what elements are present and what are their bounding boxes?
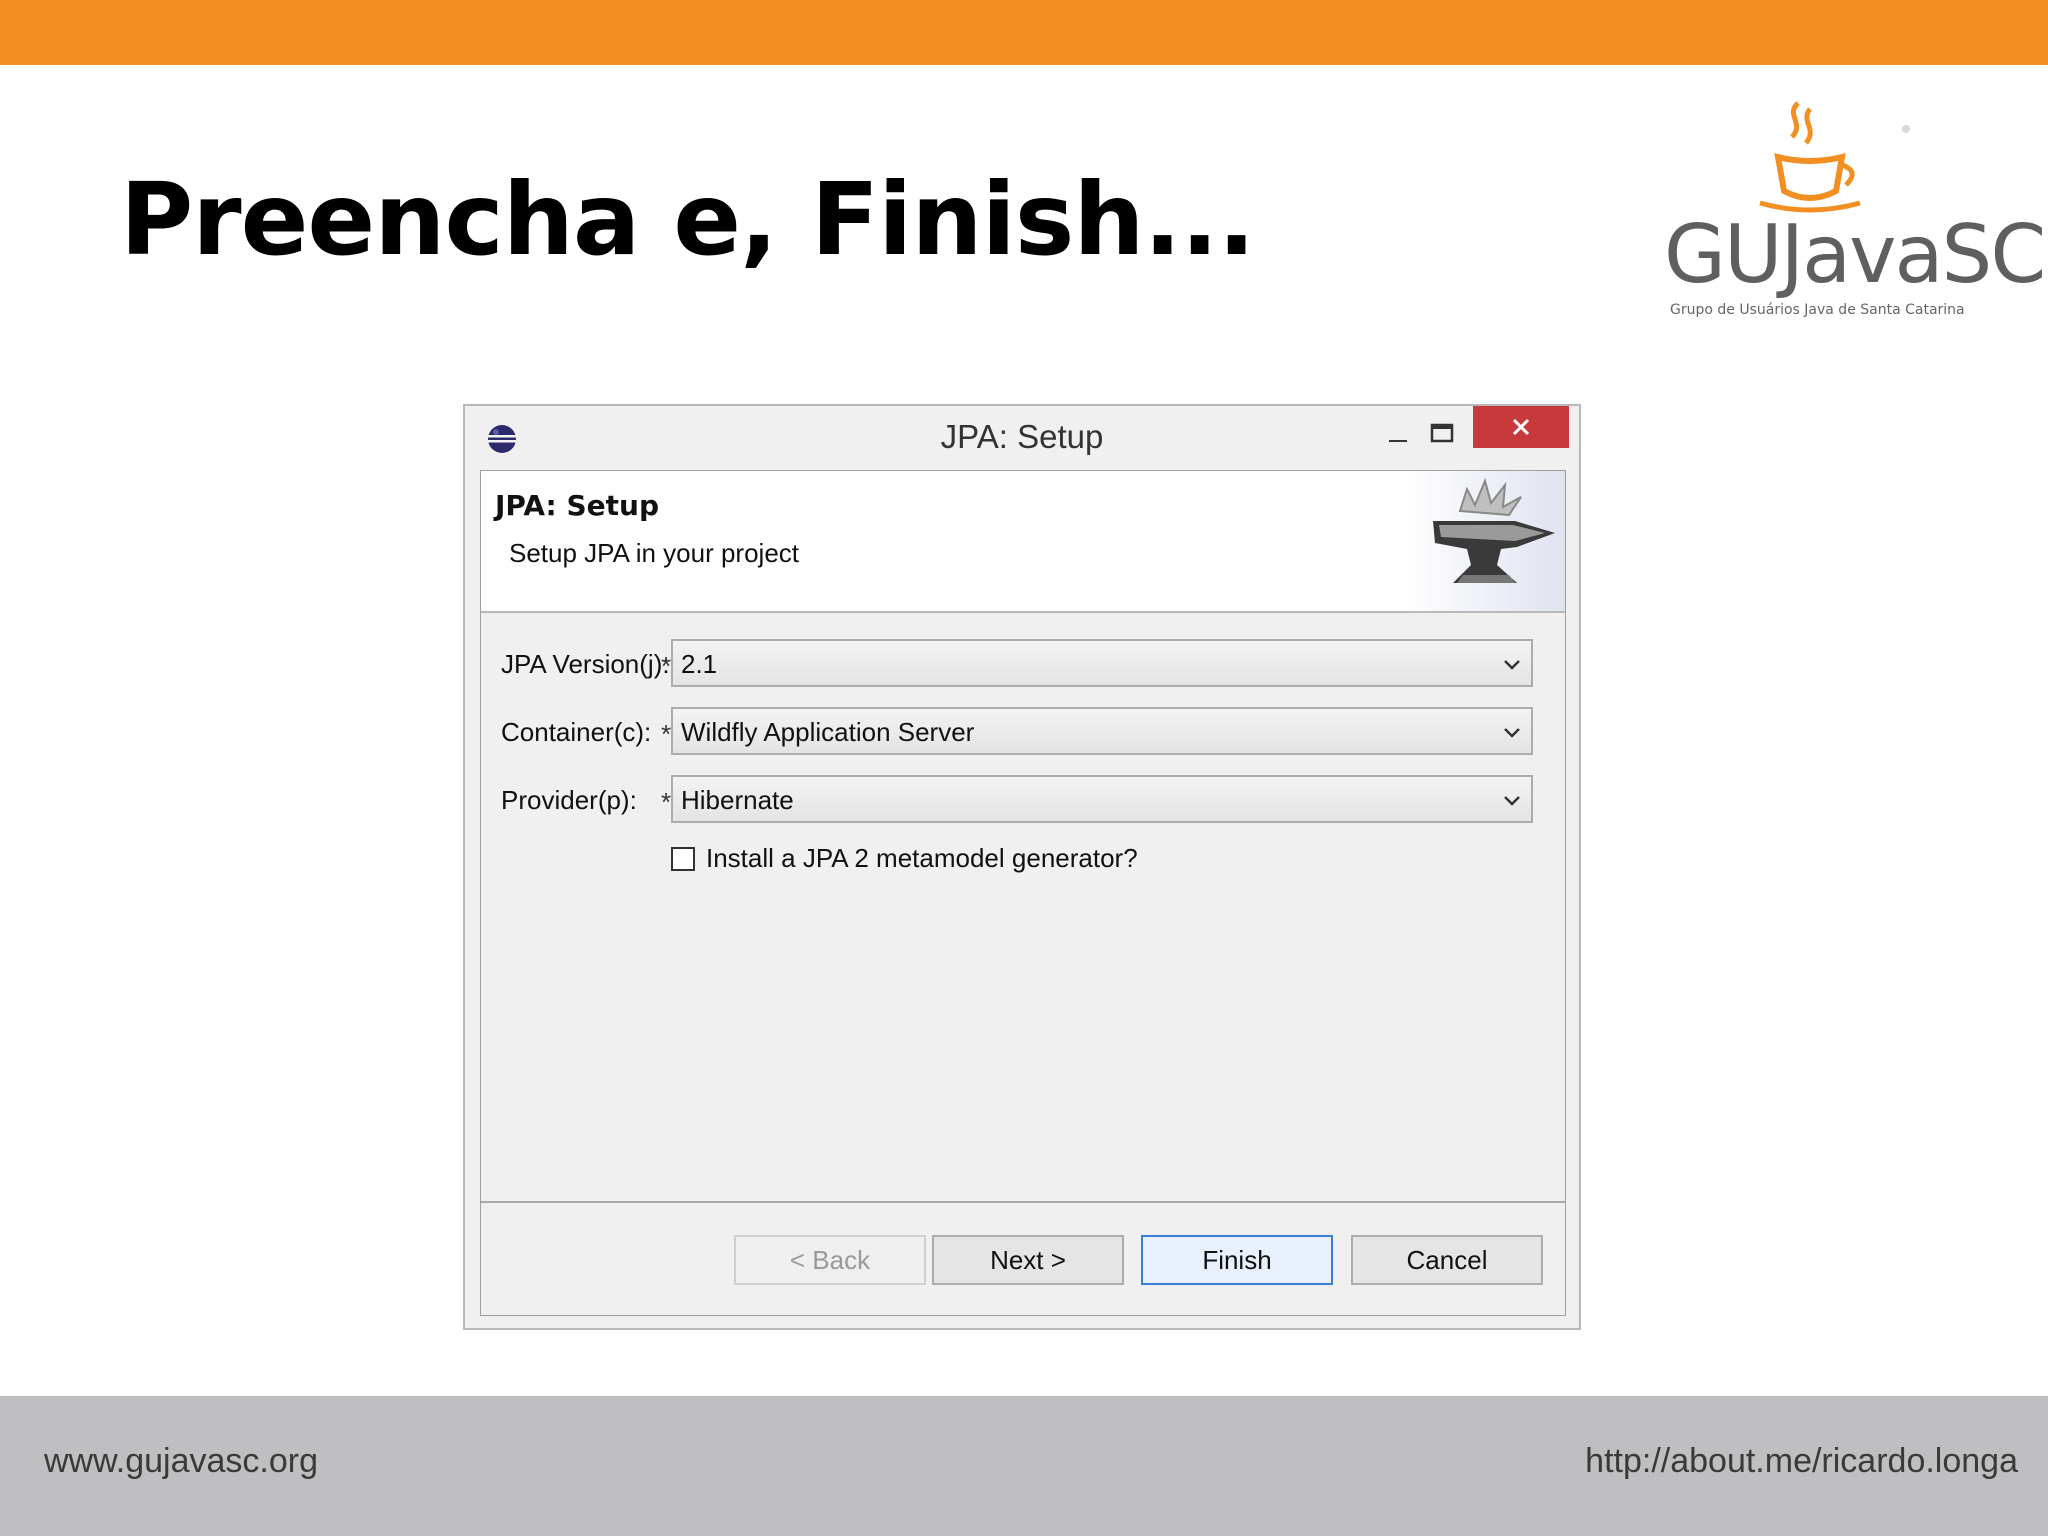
jpa-version-select[interactable]: 2.1	[671, 639, 1533, 687]
slide-footer: www.gujavasc.org http://about.me/ricardo…	[0, 1396, 2048, 1536]
dialog-titlebar[interactable]: JPA: Setup	[465, 406, 1579, 470]
footer-author-link: http://about.me/ricardo.longa	[1585, 1442, 2018, 1480]
anvil-icon	[1405, 471, 1565, 611]
banner-title: JPA: Setup	[495, 489, 660, 522]
provider-label: Provider(p):	[501, 785, 637, 815]
back-button[interactable]: < Back	[734, 1235, 926, 1285]
button-bar-separator	[481, 1201, 1565, 1203]
metamodel-checkbox-label[interactable]: Install a JPA 2 metamodel generator?	[706, 843, 1138, 874]
top-accent-bar	[0, 0, 2048, 65]
provider-select[interactable]: Hibernate	[671, 775, 1533, 823]
close-button[interactable]	[1473, 406, 1569, 448]
coffee-cup-icon	[1759, 101, 1910, 213]
cancel-button[interactable]: Cancel	[1351, 1235, 1543, 1285]
chevron-down-icon	[1504, 796, 1520, 806]
minimize-icon[interactable]	[1370, 416, 1426, 456]
container-label: Container(c):	[501, 717, 652, 747]
metamodel-checkbox[interactable]	[671, 847, 695, 871]
next-button[interactable]: Next >	[932, 1235, 1124, 1285]
jpa-version-label: JPA Version(j):	[501, 649, 670, 679]
container-select[interactable]: Wildfly Application Server	[671, 707, 1533, 755]
provider-value: Hibernate	[681, 785, 794, 815]
finish-button[interactable]: Finish	[1141, 1235, 1333, 1285]
logo-subtitle: Grupo de Usuários Java de Santa Catarina	[1670, 302, 1965, 318]
banner-description: Setup JPA in your project	[509, 538, 800, 568]
container-required: *	[661, 719, 672, 749]
jpa-version-required: *	[661, 651, 672, 681]
footer-website: www.gujavasc.org	[44, 1442, 319, 1480]
chevron-down-icon	[1504, 660, 1520, 670]
container-value: Wildfly Application Server	[681, 717, 975, 747]
chevron-down-icon	[1504, 728, 1520, 738]
gujavasc-logo: GUJavaSC Grupo de Usuários Java de Santa…	[1660, 95, 2046, 330]
provider-required: *	[661, 787, 672, 817]
jpa-setup-dialog: JPA: Setup JPA: Setup Setup JPA in your …	[463, 404, 1581, 1330]
close-icon	[1512, 418, 1530, 436]
wizard-banner: JPA: Setup Setup JPA in your project	[481, 471, 1565, 613]
dialog-content: JPA: Setup Setup JPA in your project JPA…	[480, 470, 1566, 1316]
jpa-version-value: 2.1	[681, 649, 718, 679]
logo-wordmark: GUJavaSC	[1664, 208, 2046, 301]
slide-title: Preencha e, Finish...	[120, 161, 1256, 278]
